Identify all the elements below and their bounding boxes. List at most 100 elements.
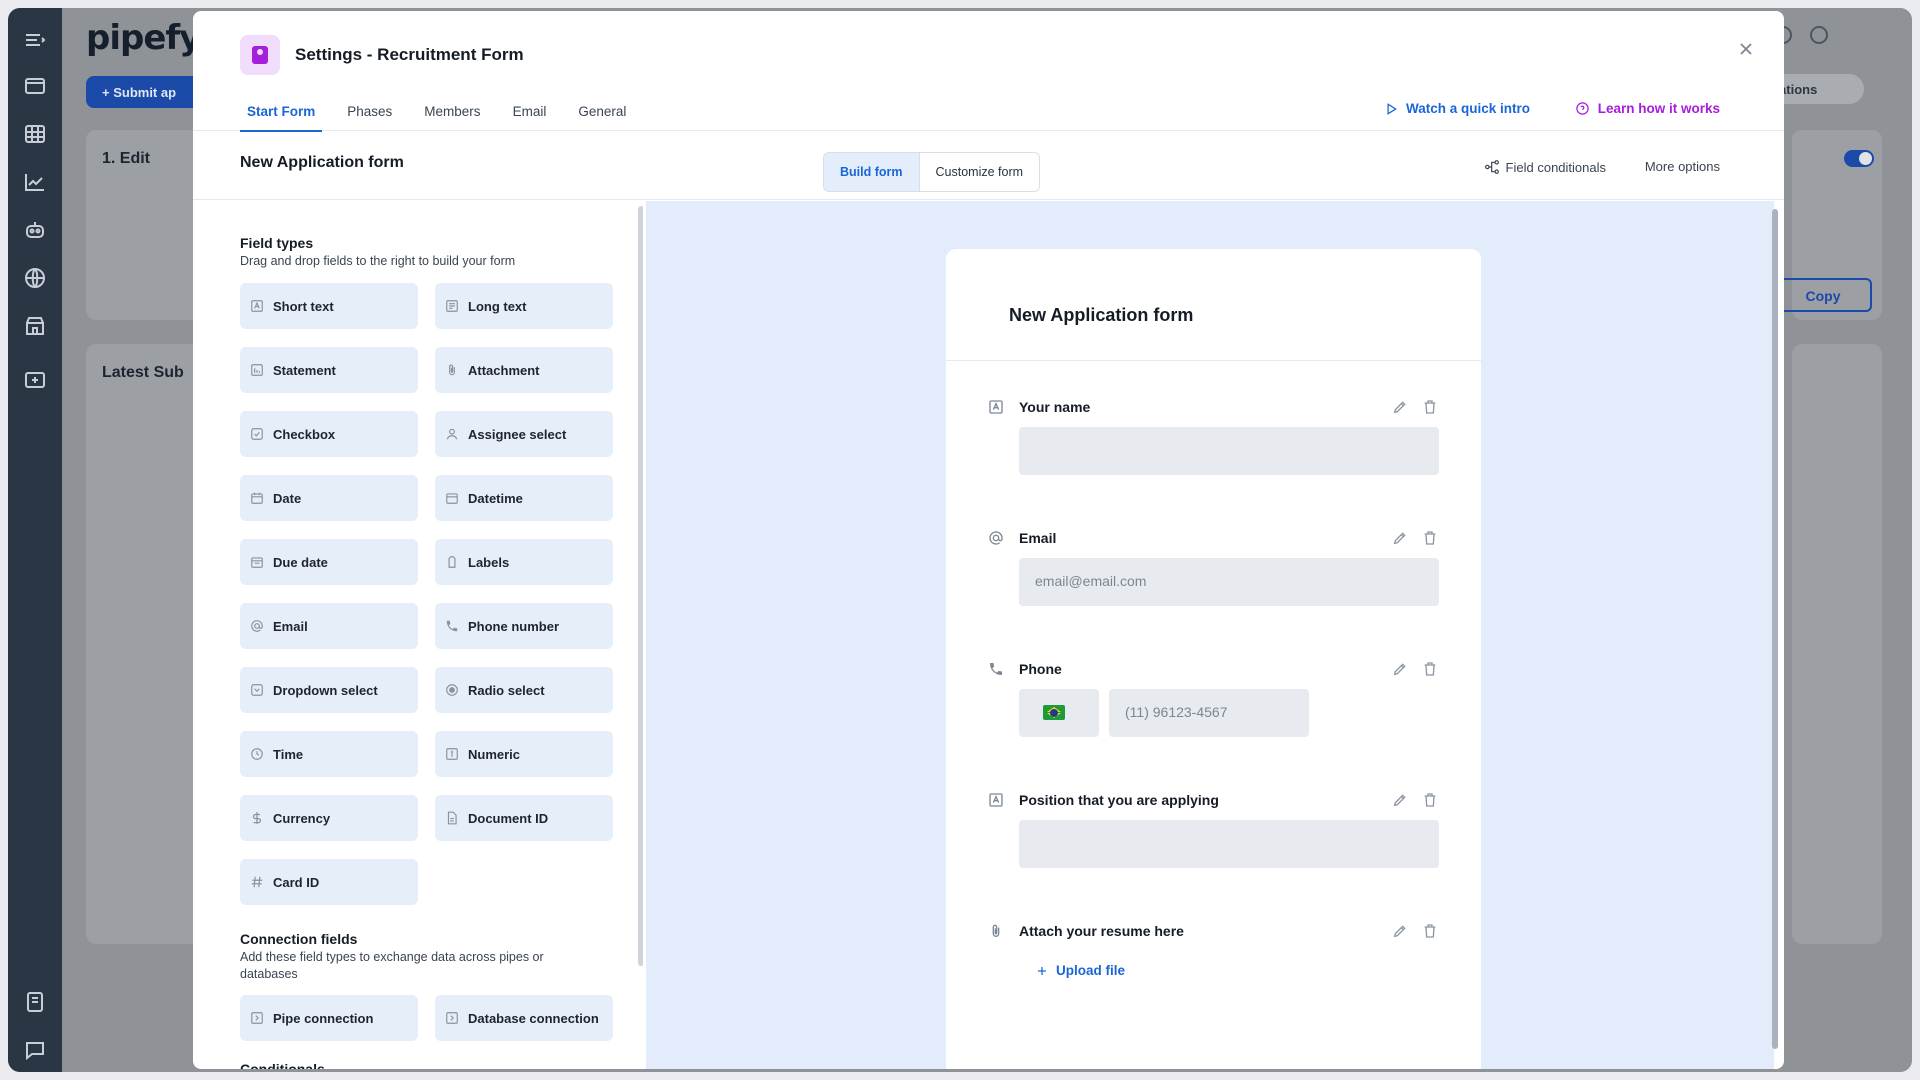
phone-input[interactable]: (11) 96123-4567	[1109, 689, 1309, 737]
field-type-short-text[interactable]: Short text	[240, 283, 418, 329]
trash-icon[interactable]	[1422, 661, 1438, 677]
pencil-icon[interactable]	[1392, 661, 1408, 677]
field-type-label: Labels	[468, 554, 510, 570]
more-options-button[interactable]: More options	[1645, 159, 1720, 174]
field-type-label: Attachment	[468, 362, 540, 378]
field-type-label: Phone number	[468, 618, 560, 634]
field-label-phone: Phone	[1019, 661, 1062, 677]
upload-file-button[interactable]: Upload file	[1036, 963, 1125, 978]
table-icon[interactable]	[23, 122, 47, 146]
field-label-position: Position that you are applying	[1019, 792, 1219, 808]
trash-icon[interactable]	[1422, 530, 1438, 546]
at-icon	[250, 619, 264, 633]
field-type-currency[interactable]: Currency	[240, 795, 418, 841]
field-type-label: Short text	[273, 298, 334, 314]
field-type-numeric[interactable]: Numeric	[435, 731, 613, 777]
latest-submissions-card: Latest Sub	[86, 344, 206, 944]
checkbox-icon	[250, 427, 264, 441]
form-app-icon	[240, 35, 280, 75]
edit-card-title: 1. Edit	[102, 150, 151, 167]
submit-button[interactable]: + Submit ap	[86, 76, 206, 108]
your-name-input[interactable]	[1019, 427, 1439, 475]
pencil-icon[interactable]	[1392, 792, 1408, 808]
field-type-label: Database connection	[468, 1010, 599, 1026]
chat-icon[interactable]	[23, 1038, 47, 1062]
field-type-label: Datetime	[468, 490, 523, 506]
field-type-datetime[interactable]: Datetime	[435, 475, 613, 521]
field-type-card-id[interactable]: Card ID	[240, 859, 418, 905]
field-type-label: Long text	[468, 298, 527, 314]
field-type-pipe-connection[interactable]: Pipe connection	[240, 995, 418, 1041]
chart-icon[interactable]	[23, 170, 47, 194]
trash-icon[interactable]	[1422, 792, 1438, 808]
notification-icon[interactable]	[1810, 26, 1828, 44]
field-type-label: Email	[273, 618, 308, 634]
field-type-date[interactable]: Date	[240, 475, 418, 521]
field-type-label: Card ID	[273, 874, 320, 890]
email-input[interactable]: email@email.com	[1019, 558, 1439, 606]
customize-form-button[interactable]: Customize form	[919, 153, 1040, 191]
field-type-statement[interactable]: Statement	[240, 347, 418, 393]
calendar-icon	[250, 491, 264, 505]
globe-icon[interactable]	[23, 266, 47, 290]
field-type-dropdown-select[interactable]: Dropdown select	[240, 667, 418, 713]
hash-icon	[250, 875, 264, 889]
field-types-scrollbar[interactable]	[638, 206, 643, 966]
field-types-description: Drag and drop fields to the right to bui…	[240, 254, 516, 268]
connection-fields-title: Connection fields	[240, 931, 358, 947]
field-type-phone-number[interactable]: Phone number	[435, 603, 613, 649]
pencil-icon[interactable]	[1392, 530, 1408, 546]
field-types-panel: Field types Drag and drop fields to the …	[193, 201, 643, 1069]
field-type-document-id[interactable]: Document ID	[435, 795, 613, 841]
tab-general[interactable]: General	[571, 100, 633, 131]
field-type-label: Dropdown select	[273, 682, 378, 698]
field-type-assignee-select[interactable]: Assignee select	[435, 411, 613, 457]
position-input[interactable]	[1019, 820, 1439, 868]
field-type-labels[interactable]: Labels	[435, 539, 613, 585]
tab-email[interactable]: Email	[506, 100, 554, 131]
connection-icon	[250, 1011, 264, 1025]
inbox-icon[interactable]	[23, 74, 47, 98]
field-type-label: Time	[273, 746, 304, 762]
store-icon[interactable]	[23, 314, 47, 338]
side-rail	[8, 8, 62, 1072]
learn-how-link[interactable]: Learn how it works	[1575, 101, 1720, 116]
close-icon[interactable]	[1734, 37, 1758, 61]
country-selector[interactable]	[1019, 689, 1099, 737]
modal-header: Settings - Recruitment Form Start Form P…	[193, 11, 1784, 132]
build-form-button[interactable]: Build form	[824, 153, 920, 191]
trash-icon[interactable]	[1422, 923, 1438, 939]
at-icon	[988, 530, 1004, 546]
help-doc-icon[interactable]	[23, 990, 47, 1014]
watch-intro-link[interactable]: Watch a quick intro	[1384, 101, 1530, 116]
canvas-scrollbar[interactable]	[1772, 209, 1778, 1049]
pencil-icon[interactable]	[1392, 923, 1408, 939]
field-type-label: Due date	[273, 554, 328, 570]
field-conditionals-button[interactable]: Field conditionals	[1484, 159, 1606, 175]
tab-members[interactable]: Members	[417, 100, 487, 131]
latest-title: Latest Sub	[102, 364, 184, 381]
copy-button[interactable]: Copy	[1774, 278, 1872, 312]
field-type-label: Statement	[273, 362, 336, 378]
watch-intro-label: Watch a quick intro	[1405, 101, 1530, 116]
divider	[946, 360, 1481, 361]
trash-icon[interactable]	[1422, 399, 1438, 415]
tab-phases[interactable]: Phases	[340, 100, 399, 131]
field-type-time[interactable]: Time	[240, 731, 418, 777]
field-type-attachment[interactable]: Attachment	[435, 347, 613, 393]
menu-icon[interactable]	[23, 28, 47, 52]
add-box-icon[interactable]	[23, 368, 47, 392]
public-toggle[interactable]	[1844, 150, 1874, 167]
pencil-icon[interactable]	[1392, 399, 1408, 415]
field-type-checkbox[interactable]: Checkbox	[240, 411, 418, 457]
field-type-due-date[interactable]: Due date	[240, 539, 418, 585]
field-type-email[interactable]: Email	[240, 603, 418, 649]
field-type-database-connection[interactable]: Database connection	[435, 995, 613, 1041]
tab-start-form[interactable]: Start Form	[240, 100, 323, 132]
field-type-long-text[interactable]: Long text	[435, 283, 613, 329]
radio-icon	[445, 683, 459, 697]
build-mode-switch: Build form Customize form	[823, 152, 1041, 192]
bot-icon[interactable]	[23, 218, 47, 242]
statement-icon	[250, 363, 264, 377]
field-type-radio-select[interactable]: Radio select	[435, 667, 613, 713]
